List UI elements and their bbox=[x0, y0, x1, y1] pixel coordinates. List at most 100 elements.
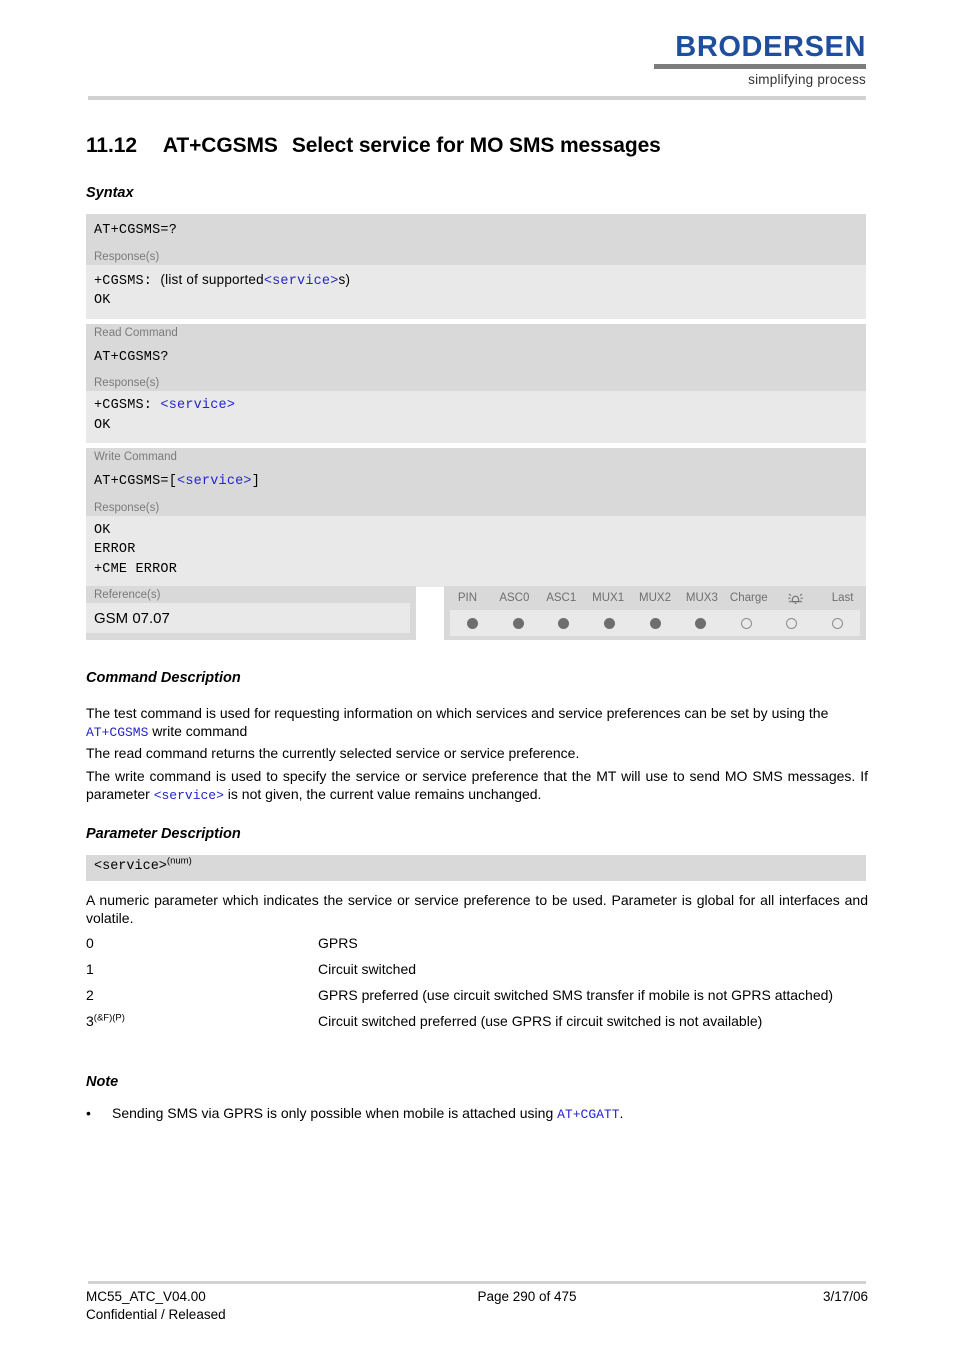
read-response-line: +CGSMS: <service> bbox=[94, 396, 858, 416]
read-response-block: +CGSMS: <service> OK bbox=[86, 391, 866, 443]
reference-label: Reference(s) bbox=[94, 589, 161, 601]
read-response-prefix: +CGSMS: bbox=[94, 398, 153, 413]
note-command-ref: AT+CGATT bbox=[557, 1107, 620, 1122]
attr-dot-asc0 bbox=[496, 617, 542, 629]
test-response-prefix: +CGSMS: bbox=[94, 273, 153, 289]
status-dot bbox=[740, 617, 752, 629]
attr-col-charge: Charge bbox=[729, 592, 768, 604]
note-text-b: . bbox=[619, 1105, 624, 1121]
attr-dot-charge bbox=[723, 617, 769, 629]
header-divider bbox=[88, 96, 866, 100]
section-number: 11.12 bbox=[86, 134, 137, 157]
read-response-ok: OK bbox=[94, 417, 111, 433]
attribute-table: PIN ASC0 ASC1 MUX1 MUX2 MUX3 Charge Last bbox=[444, 586, 866, 640]
attr-dot-mux1 bbox=[587, 617, 633, 629]
note-heading: Note bbox=[86, 1074, 119, 1090]
read-command-text: AT+CGSMS? bbox=[94, 349, 169, 365]
value-key: 0 bbox=[86, 935, 94, 951]
brodersen-logo: BRODERSEN simplifying process bbox=[654, 32, 866, 87]
reference-block: Reference(s) GSM 07.07 bbox=[86, 586, 416, 640]
write-response-cme-error: +CME ERROR bbox=[94, 561, 178, 577]
footer-date: 3/17/06 bbox=[822, 1289, 868, 1304]
parameter-intro-text: A numeric parameter which indicates the … bbox=[86, 892, 868, 926]
logo-divider bbox=[654, 64, 866, 69]
test-response-label: Response(s) bbox=[86, 247, 866, 265]
note-text: Sending SMS via GPRS is only possible wh… bbox=[112, 1104, 623, 1124]
parameter-type-superscript: (num) bbox=[166, 855, 192, 867]
value-key: 1 bbox=[86, 961, 94, 977]
write-command-param: <service> bbox=[177, 474, 252, 489]
attr-col-asc0: ASC0 bbox=[499, 592, 530, 604]
attr-col-asc1: ASC1 bbox=[546, 592, 577, 604]
cd-p1-b: write command bbox=[148, 723, 248, 739]
list-item: • Sending SMS via GPRS is only possible … bbox=[86, 1104, 868, 1124]
reference-value-panel: GSM 07.07 bbox=[86, 603, 410, 633]
syntax-table: AT+CGSMS=? Response(s) +CGSMS: (list of … bbox=[86, 214, 866, 587]
read-response-label: Response(s) bbox=[86, 374, 866, 391]
status-dot bbox=[512, 617, 524, 629]
table-row: 2 GPRS preferred (use circuit switched S… bbox=[86, 986, 868, 1012]
attr-col-last: Last bbox=[831, 592, 854, 604]
cd-p3-b: is not given, the current value remains … bbox=[223, 786, 542, 802]
write-command-label: Write Command bbox=[86, 448, 866, 465]
status-dot bbox=[603, 617, 615, 629]
status-dot bbox=[649, 617, 661, 629]
bullet-icon: • bbox=[86, 1105, 91, 1121]
test-response-param: <service> bbox=[263, 273, 339, 289]
test-response-block: +CGSMS: (list of supported<service>s) OK bbox=[86, 264, 866, 319]
command-description-paragraph-2: The read command returns the currently s… bbox=[86, 745, 580, 761]
cd-p1-command-ref: AT+CGSMS bbox=[86, 725, 149, 740]
parameter-name-row: <service>(num) bbox=[86, 855, 866, 874]
logo-tagline: simplifying process bbox=[748, 72, 866, 87]
status-dot bbox=[831, 617, 843, 629]
value-description: GPRS preferred (use circuit switched SMS… bbox=[318, 987, 834, 1003]
footer-page-number: Page 290 of 475 bbox=[477, 1289, 577, 1304]
footer-doc-id: MC55_ATC_V04.00 bbox=[86, 1289, 206, 1304]
table-row: 0 GPRS bbox=[86, 934, 868, 960]
page-header: BRODERSEN simplifying process bbox=[0, 0, 954, 100]
command-description-heading: Command Description bbox=[86, 670, 241, 686]
attr-col-mux3: MUX3 bbox=[685, 592, 718, 604]
command-description-paragraph-3: The write command is used to specify the… bbox=[86, 767, 868, 805]
value-key-cell: 1 bbox=[86, 960, 318, 986]
command-description-paragraph-1: The test command is used for requesting … bbox=[86, 704, 868, 742]
cd-p1-a: The test command is used for requesting … bbox=[86, 705, 829, 721]
parameter-description-heading: Parameter Description bbox=[86, 826, 241, 842]
write-response-ok: OK bbox=[94, 522, 111, 538]
status-dot bbox=[786, 617, 798, 629]
value-key-cell: 3(&F)(P) bbox=[86, 1012, 318, 1038]
footer-classification: Confidential / Released bbox=[86, 1307, 226, 1322]
footer-right-empty bbox=[668, 1306, 868, 1324]
syntax-heading: Syntax bbox=[86, 185, 134, 201]
test-response-line: +CGSMS: (list of supported<service>s) bbox=[94, 270, 858, 292]
test-command-row: AT+CGSMS=? bbox=[86, 214, 866, 248]
attr-dot-last bbox=[815, 617, 861, 629]
write-command-suffix: ] bbox=[251, 474, 261, 489]
footer-divider bbox=[88, 1281, 866, 1284]
cd-p3-param-ref: <service> bbox=[153, 788, 224, 803]
note-list: • Sending SMS via GPRS is only possible … bbox=[86, 1104, 868, 1124]
parameter-name: <service> bbox=[94, 859, 167, 874]
write-command-prefix: AT+CGSMS=[ bbox=[94, 474, 178, 489]
attribute-status-row bbox=[450, 610, 860, 636]
write-response-error: ERROR bbox=[94, 542, 136, 557]
reference-attributes-row: Reference(s) GSM 07.07 PIN ASC0 ASC1 MUX… bbox=[86, 586, 866, 640]
section-title-text: Select service for MO SMS messages bbox=[291, 134, 661, 157]
table-row: 1 Circuit switched bbox=[86, 960, 868, 986]
write-response-block: OK ERROR +CME ERROR bbox=[86, 515, 866, 587]
value-key: 3 bbox=[86, 1013, 94, 1029]
write-response-label: Response(s) bbox=[86, 498, 866, 516]
status-dot bbox=[558, 617, 570, 629]
note-text-a: Sending SMS via GPRS is only possible wh… bbox=[112, 1105, 558, 1121]
logo-wordmark: BRODERSEN bbox=[675, 31, 866, 63]
status-dot bbox=[467, 617, 479, 629]
value-description: Circuit switched bbox=[318, 961, 417, 977]
attr-col-mux2: MUX2 bbox=[639, 592, 671, 604]
attr-dot-asc1 bbox=[541, 617, 587, 629]
test-response-mid: (list of supported bbox=[160, 271, 264, 287]
footer-center-empty bbox=[386, 1306, 668, 1324]
attr-dot-mux2 bbox=[632, 617, 678, 629]
value-key-superscript: (&F)(P) bbox=[93, 1012, 125, 1024]
page-title: 11.12 AT+CGSMS Select service for MO SMS m… bbox=[86, 134, 661, 158]
footer-top-row: MC55_ATC_V04.00 Page 290 of 475 3/17/06 bbox=[86, 1288, 868, 1306]
